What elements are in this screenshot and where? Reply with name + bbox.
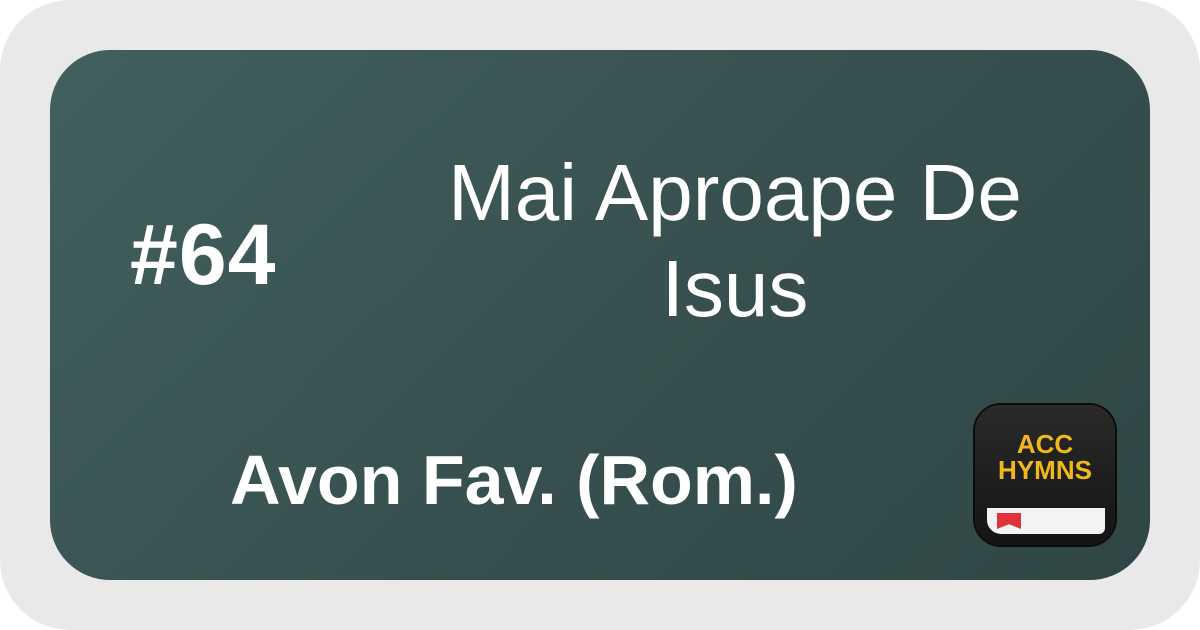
logo-text: ACC HYMNS xyxy=(975,431,1115,483)
logo-line-1: ACC xyxy=(1016,429,1074,459)
hymn-title: Mai Aproape De Isus xyxy=(448,148,1022,333)
outer-frame: #64 Mai Aproape De Isus Avon Fav. (Rom.)… xyxy=(0,0,1200,630)
logo-line-2: HYMNS xyxy=(998,455,1092,485)
hymn-card: #64 Mai Aproape De Isus Avon Fav. (Rom.)… xyxy=(50,50,1150,580)
hymn-collection: Avon Fav. (Rom.) xyxy=(230,441,798,519)
acc-hymns-logo: ACC HYMNS xyxy=(975,405,1115,545)
hymn-number: #64 xyxy=(130,207,277,303)
